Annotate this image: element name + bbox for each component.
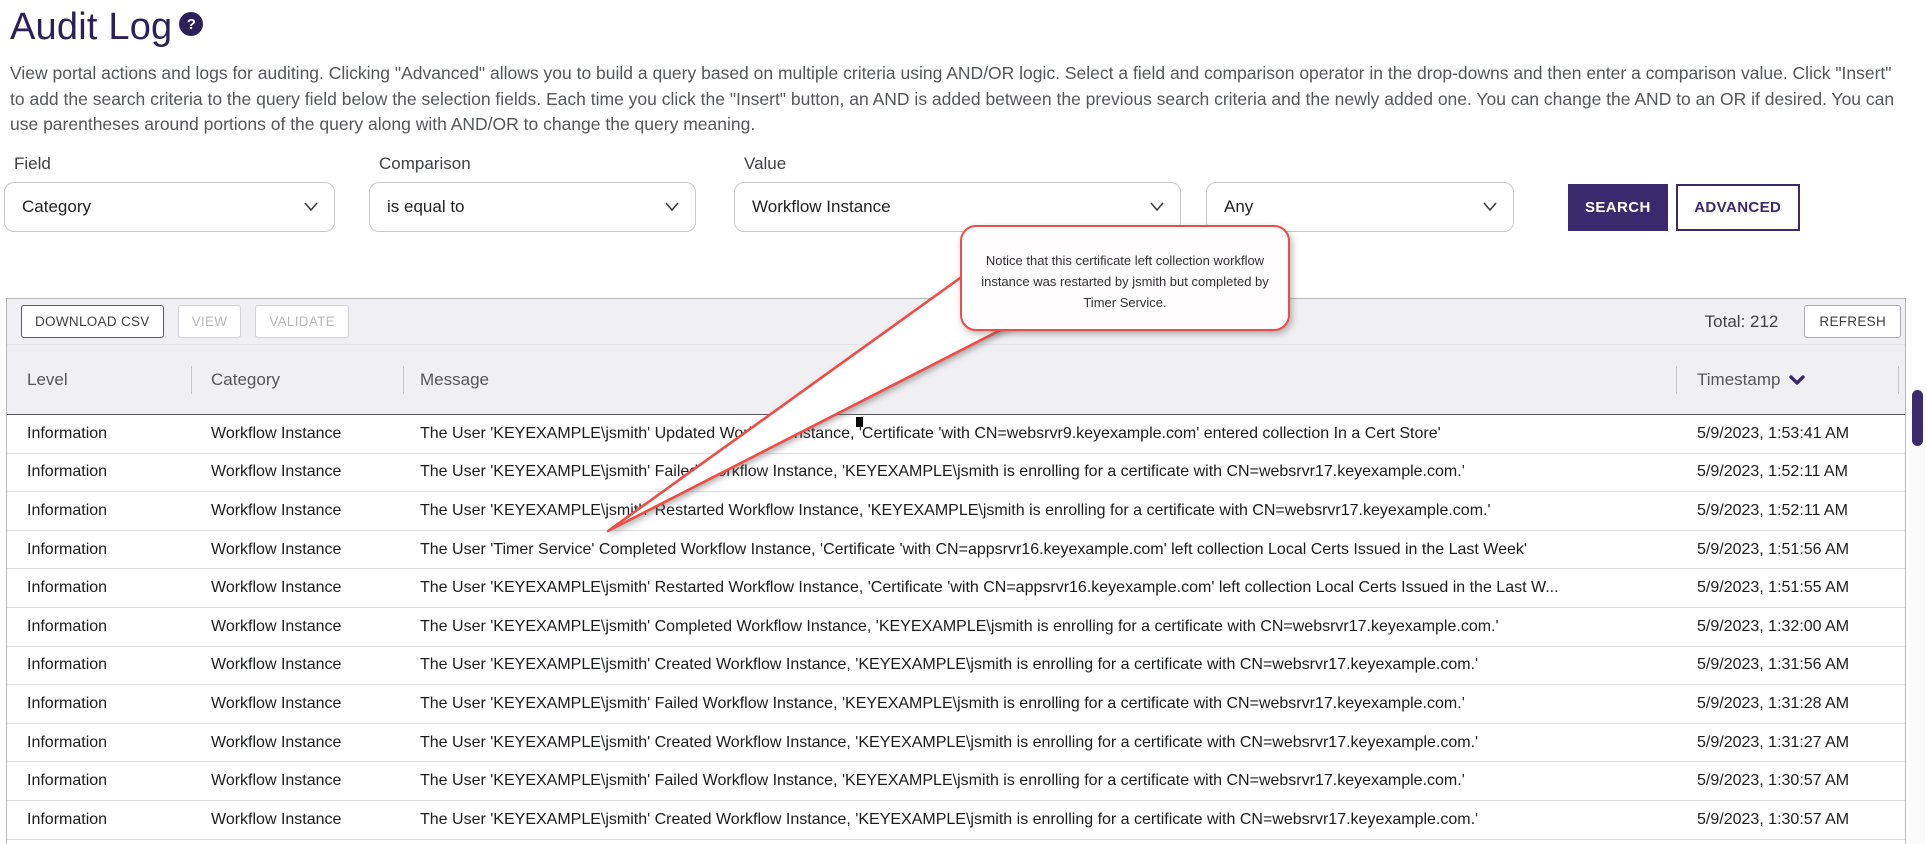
cell-timestamp: 5/9/2023, 1:31:27 AM <box>1677 734 1899 752</box>
annotation-callout: Notice that this certificate left collec… <box>960 225 1290 331</box>
table-row[interactable]: Information Workflow Instance The User '… <box>7 608 1905 647</box>
secondary-value-select[interactable]: Any <box>1206 182 1514 232</box>
validate-button[interactable]: VALIDATE <box>255 305 349 338</box>
cell-message: The User 'KEYEXAMPLE\jsmith' Failed Work… <box>404 772 1677 790</box>
cell-level: Information <box>7 463 192 481</box>
cell-timestamp: 5/9/2023, 1:31:56 AM <box>1677 656 1899 674</box>
cell-level: Information <box>7 734 192 752</box>
table-row[interactable]: Information Workflow Instance The User '… <box>7 531 1905 570</box>
advanced-button[interactable]: ADVANCED <box>1676 184 1800 231</box>
table-row[interactable]: Information Workflow Instance The User '… <box>7 762 1905 801</box>
value-select[interactable]: Workflow Instance <box>734 182 1181 232</box>
field-label: Field <box>14 154 369 174</box>
cell-category: Workflow Instance <box>192 463 404 481</box>
page-title: Audit Log <box>10 6 172 49</box>
cell-timestamp: 5/9/2023, 1:30:57 AM <box>1677 811 1899 829</box>
table-row[interactable]: Information Workflow Instance The User '… <box>7 647 1905 686</box>
cell-message: The User 'KEYEXAMPLE\jsmith' Restarted W… <box>404 502 1677 520</box>
table-body: Information Workflow Instance The User '… <box>7 415 1905 840</box>
sort-descending-icon <box>1789 375 1805 385</box>
cell-message: The User 'KEYEXAMPLE\jsmith' Created Wor… <box>404 811 1677 829</box>
cell-level: Information <box>7 811 192 829</box>
scrollbar-thumb[interactable] <box>1912 390 1923 446</box>
table-row[interactable]: Information Workflow Instance The User '… <box>7 569 1905 608</box>
field-select[interactable]: Category <box>4 182 335 232</box>
cell-level: Information <box>7 618 192 636</box>
column-header-timestamp[interactable]: Timestamp <box>1677 345 1899 414</box>
table-row[interactable]: Information Workflow Instance The User '… <box>7 801 1905 840</box>
value-label: Value <box>744 154 1206 174</box>
cell-message: The User 'KEYEXAMPLE\jsmith' Completed W… <box>404 618 1677 636</box>
cell-message: The User 'KEYEXAMPLE\jsmith' Failed Work… <box>404 463 1677 481</box>
annotation-text: Notice that this certificate left collec… <box>977 250 1273 313</box>
search-button[interactable]: SEARCH <box>1568 184 1668 231</box>
table-row[interactable]: Information Workflow Instance The User '… <box>7 724 1905 763</box>
cell-category: Workflow Instance <box>192 425 404 443</box>
column-header-message[interactable]: Message <box>404 345 1677 414</box>
chevron-down-icon <box>1483 202 1497 211</box>
cell-message: The User 'KEYEXAMPLE\jsmith' Restarted W… <box>404 579 1677 597</box>
cell-timestamp: 5/9/2023, 1:52:11 AM <box>1677 502 1899 520</box>
page-description: View portal actions and logs for auditin… <box>10 61 1905 138</box>
cell-message: The User 'KEYEXAMPLE\jsmith' Updated Wor… <box>404 425 1677 443</box>
page-header: Audit Log ? <box>0 0 1927 49</box>
cell-category: Workflow Instance <box>192 656 404 674</box>
secondary-value-select-value: Any <box>1224 197 1253 217</box>
text-cursor <box>856 417 863 427</box>
chevron-down-icon <box>304 202 318 211</box>
cell-level: Information <box>7 772 192 790</box>
cell-level: Information <box>7 656 192 674</box>
download-csv-button[interactable]: DOWNLOAD CSV <box>21 305 164 338</box>
column-header-spacer <box>1899 345 1905 414</box>
column-header-category[interactable]: Category <box>192 345 404 414</box>
help-icon[interactable]: ? <box>179 12 203 36</box>
cell-level: Information <box>7 541 192 559</box>
cell-category: Workflow Instance <box>192 772 404 790</box>
cell-category: Workflow Instance <box>192 695 404 713</box>
column-header-level[interactable]: Level <box>7 345 192 414</box>
cell-timestamp: 5/9/2023, 1:52:11 AM <box>1677 463 1899 481</box>
cell-level: Information <box>7 502 192 520</box>
cell-message: The User 'KEYEXAMPLE\jsmith' Created Wor… <box>404 734 1677 752</box>
cell-category: Workflow Instance <box>192 541 404 559</box>
value-select-value: Workflow Instance <box>752 197 891 217</box>
total-count: Total: 212 <box>1705 312 1779 332</box>
cell-timestamp: 5/9/2023, 1:31:28 AM <box>1677 695 1899 713</box>
cell-level: Information <box>7 425 192 443</box>
cell-level: Information <box>7 695 192 713</box>
table-row[interactable]: Information Workflow Instance The User '… <box>7 685 1905 724</box>
cell-category: Workflow Instance <box>192 811 404 829</box>
cell-timestamp: 5/9/2023, 1:53:41 AM <box>1677 425 1899 443</box>
table-row[interactable]: Information Workflow Instance The User '… <box>7 492 1905 531</box>
cell-timestamp: 5/9/2023, 1:51:55 AM <box>1677 579 1899 597</box>
comparison-label: Comparison <box>379 154 734 174</box>
cell-category: Workflow Instance <box>192 618 404 636</box>
cell-category: Workflow Instance <box>192 579 404 597</box>
audit-log-page: Audit Log ? View portal actions and logs… <box>0 0 1927 844</box>
cell-category: Workflow Instance <box>192 502 404 520</box>
view-button[interactable]: VIEW <box>178 305 242 338</box>
filter-bar: Field Category Comparison is equal to Va… <box>4 154 1927 232</box>
field-select-value: Category <box>22 197 91 217</box>
cell-message: The User 'Timer Service' Completed Workf… <box>404 541 1677 559</box>
cell-timestamp: 5/9/2023, 1:32:00 AM <box>1677 618 1899 636</box>
table-toolbar: DOWNLOAD CSV VIEW VALIDATE Total: 212 RE… <box>7 299 1905 345</box>
table-header-row: Level Category Message Timestamp <box>7 345 1905 415</box>
comparison-select[interactable]: is equal to <box>369 182 696 232</box>
chevron-down-icon <box>665 202 679 211</box>
cell-message: The User 'KEYEXAMPLE\jsmith' Created Wor… <box>404 656 1677 674</box>
table-row[interactable]: Information Workflow Instance The User '… <box>7 454 1905 493</box>
cell-timestamp: 5/9/2023, 1:51:56 AM <box>1677 541 1899 559</box>
vertical-scrollbar[interactable] <box>1910 417 1925 844</box>
comparison-select-value: is equal to <box>387 197 465 217</box>
audit-log-table: DOWNLOAD CSV VIEW VALIDATE Total: 212 RE… <box>6 298 1906 844</box>
cell-category: Workflow Instance <box>192 734 404 752</box>
table-row[interactable]: Information Workflow Instance The User '… <box>7 415 1905 454</box>
cell-timestamp: 5/9/2023, 1:30:57 AM <box>1677 772 1899 790</box>
cell-message: The User 'KEYEXAMPLE\jsmith' Failed Work… <box>404 695 1677 713</box>
refresh-button[interactable]: REFRESH <box>1804 305 1901 338</box>
chevron-down-icon <box>1150 202 1164 211</box>
cell-level: Information <box>7 579 192 597</box>
